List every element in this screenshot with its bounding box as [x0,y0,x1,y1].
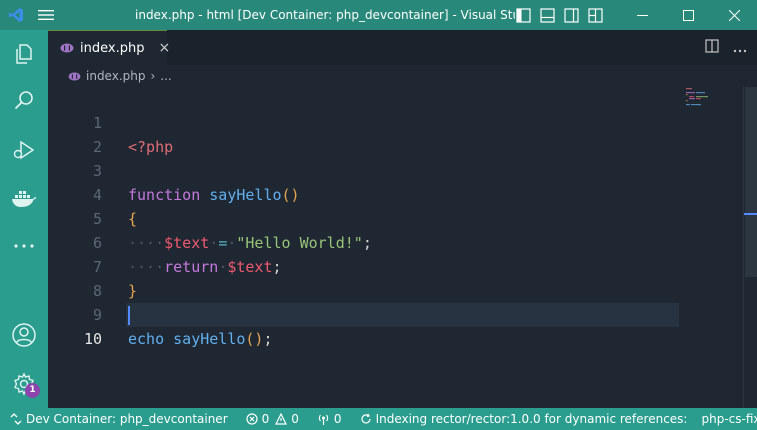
breadcrumb-file[interactable]: index.php [86,69,145,83]
cursor-position-marker [744,213,757,215]
line-number: 10 [83,330,102,348]
code-line: 7 } [48,231,743,300]
menu-icon[interactable] [32,0,60,30]
remote-label: Dev Container: php_devcontainer [26,412,228,426]
search-icon[interactable] [0,78,48,122]
vertical-scrollbar[interactable] [743,87,757,408]
breadcrumb-symbols[interactable]: ... [160,69,171,83]
split-editor-icon[interactable] [705,38,719,57]
vscode-logo-icon [0,0,32,30]
scrollbar-thumb[interactable] [745,87,757,277]
window-title: index.php - html [Dev Container: php_dev… [135,8,515,22]
function-name: sayHello [173,330,246,348]
title-bar: index.php - html [Dev Container: php_dev… [0,0,757,30]
code-line: 9 echo sayHello(); [48,279,743,348]
code-editor[interactable]: 1 <?php 2 3 function sayHello() 4 { 5 ··… [48,87,743,408]
customize-layout-icon[interactable] [588,7,603,23]
tab-index-php[interactable]: index.php × [48,30,170,65]
indexing-status[interactable]: Indexing rector/rector:1.0.0 for dynamic… [360,412,688,426]
text-cursor [128,306,130,325]
explorer-icon[interactable] [0,32,48,76]
run-debug-icon[interactable] [0,128,48,172]
php-file-icon [60,42,74,54]
code-line: 2 [48,111,743,156]
status-bar: Dev Container: php_devcontainer 0 0 0 In… [0,408,757,430]
minimize-icon[interactable] [619,0,665,30]
ports-count: 0 [333,412,342,426]
breadcrumb-separator: › [150,69,156,83]
accounts-icon[interactable] [0,313,48,357]
keyword: echo [128,330,165,348]
indexing-label: Indexing rector/rector:1.0.0 for dynamic… [375,412,688,426]
more-icon[interactable] [0,224,48,268]
docker-icon[interactable] [0,176,48,220]
ports-indicator[interactable]: 0 [317,412,342,426]
manage-badge: 1 [25,383,40,398]
breadcrumb: index.php › ... [48,65,757,87]
semicolon: ; [263,330,273,348]
tab-close-icon[interactable]: × [158,40,170,56]
code-line: 8 [48,255,743,300]
manage-gear-icon[interactable] [0,362,48,406]
remote-indicator[interactable]: Dev Container: php_devcontainer [10,412,228,426]
minimap[interactable] [683,87,743,127]
warning-icon [275,413,288,425]
php-file-icon [68,71,81,81]
maximize-icon[interactable] [665,0,711,30]
toggle-primary-sidebar-icon[interactable] [516,7,531,23]
close-icon[interactable] [711,0,757,30]
remote-icon [10,413,22,425]
php-cs-fixer-label: php-cs-fixer: Paths from [701,412,757,426]
php-cs-fixer-status[interactable]: php-cs-fixer: Paths from [701,412,757,426]
broadcast-icon [318,414,329,425]
code-line: 1 <?php [48,87,743,156]
sync-icon [361,413,371,424]
code-line: 3 function sayHello() [48,135,743,204]
code-line: 10 [48,303,743,348]
toggle-panel-icon[interactable] [540,7,555,23]
activity-bar [0,30,48,408]
warning-count: 0 [291,412,299,426]
error-count: 0 [261,412,270,426]
parens: () [245,330,264,348]
code-line: 4 { [48,159,743,228]
code-line: 6 ····return·$text; [48,207,743,276]
more-actions-icon[interactable] [733,38,747,57]
toggle-secondary-sidebar-icon[interactable] [564,7,579,23]
problems-indicator[interactable]: 0 0 [246,412,299,426]
error-icon [246,413,258,425]
tab-label: index.php [80,40,145,56]
editor-tab-bar: index.php × [48,30,757,65]
code-line: 5 ····$text·=·"Hello World!"; [48,183,743,252]
